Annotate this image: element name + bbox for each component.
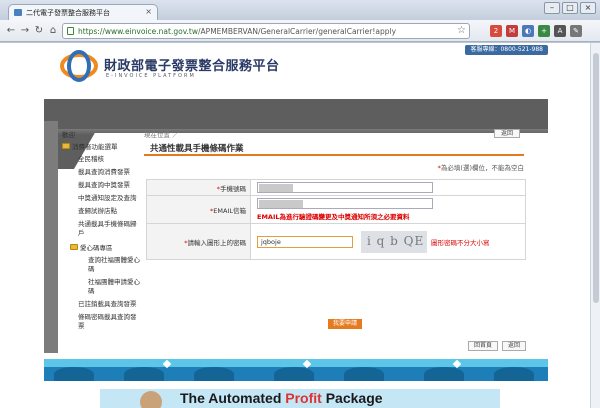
sidebar-item-apply-charity[interactable]: 社福團體申請愛心碼 [62,278,142,296]
sidebar-item-pilot-stores[interactable]: 查歸試辦店點 [62,207,142,216]
email-field[interactable] [257,198,433,209]
reload-icon[interactable]: ↻ [32,24,46,38]
sidebar-section-consumer[interactable]: 消費者功能選單 [62,141,142,151]
captcha-label: *請輸入圖形上的密碼 [146,223,251,260]
site-subtitle: E-INVOICE PLATFORM [106,73,196,79]
site-title: 財政部電子發票整合服務平台 [104,59,280,74]
main-content: 現在位置 ／ 返回 共通性載具手機條碼作業 *為必填(選)欄位，不能為空白 *手… [144,129,548,351]
hotline-badge: 客服專線：0800-521-988 [465,45,548,55]
site-header: 財政部電子發票整合服務平台 E-INVOICE PLATFORM 客服專線：08… [44,43,548,99]
extension-badge-icon[interactable]: 2 [490,25,502,37]
page-title: 共通性載具手機條碼作業 [144,142,524,156]
sidebar-home-link[interactable]: 歡迎 [62,129,142,139]
bookmark-star-icon[interactable]: ☆ [457,25,466,36]
gmail-icon[interactable]: M [506,25,518,37]
web-page: 財政部電子發票整合服務平台 E-INVOICE PLATFORM 客服專線：08… [0,43,600,408]
back-arrow-icon[interactable]: ← [4,24,18,38]
sidebar-item-win-notice[interactable]: 中獎通知設定及查詢 [62,194,142,203]
lock-icon [67,27,74,35]
content-area: 歡迎 消費者功能選單 全民稽核 載具查詢消費發票 載具查詢中獎發票 中獎通知設定… [44,121,548,361]
favicon-icon [14,9,22,16]
phone-label: *手機號碼 [146,179,251,196]
email-warning: EMAIL為進行驗證碼變更及中獎通知所須之必要資料 [257,213,410,221]
extension-icon[interactable]: ◐ [522,25,534,37]
forward-arrow-icon[interactable]: → [18,24,32,38]
ad-banner[interactable]: The Automated Profit Package [100,389,500,408]
apply-button[interactable]: 我要申請 [328,319,362,329]
browser-tab[interactable]: 二代電子發票整合服務平台 × [8,4,158,20]
einvoice-logo-icon [60,50,98,82]
ad-avatar [140,391,162,408]
breadcrumb: 現在位置 ／ [144,131,179,139]
browser-titlebar: 二代電子發票整合服務平台 × – □ × [0,0,600,20]
sidebar: 歡迎 消費者功能選單 全民稽核 載具查詢消費發票 載具查詢中獎發票 中獎通知設定… [62,129,142,335]
captcha-input[interactable]: jqboje [257,235,353,248]
sidebar-item-carrier-invoices[interactable]: 載具查詢消費發票 [62,168,142,177]
sidebar-item-audit[interactable]: 全民稽核 [62,155,142,164]
folder-icon [70,244,78,250]
sidebar-item-barcode-password[interactable]: 條碼密碼載具查詢發票 [62,313,142,331]
browser-toolbar: ← → ↻ ⌂ https://www.einvoice.nat.gov.tw/… [0,20,600,42]
sidebar-item-query-charity[interactable]: 查詢社福團體愛心碼 [62,256,142,274]
left-decor-bar [44,121,58,353]
required-note: *為必填(選)欄位，不能為空白 [437,164,524,172]
sidebar-item-mobile-barcode[interactable]: 共通載具手機條碼歸戶 [62,220,142,238]
apply-form: *手機號碼 *EMAIL信箱 EMAIL為進行驗證碼變更及中獎通知所須之必要資料… [146,179,526,260]
folder-icon [62,143,70,149]
address-bar[interactable]: https://www.einvoice.nat.gov.tw/APMEMBER… [62,23,470,39]
tab-close-icon[interactable]: × [145,7,152,16]
scrollbar-thumb[interactable] [593,53,599,303]
maximize-button[interactable]: □ [562,2,578,14]
url-text: https://www.einvoice.nat.gov.tw/APMEMBER… [78,27,397,36]
page-scrollbar[interactable] [590,43,600,408]
minimize-button[interactable]: – [544,2,560,14]
captcha-tip: 圖形密碼不分大小寫 [431,238,490,247]
home-button[interactable]: 回首頁 [467,341,498,351]
font-size-icon[interactable]: A [554,25,566,37]
tab-title: 二代電子發票整合服務平台 [26,9,110,17]
captcha-image: i q b QE [361,230,427,253]
wrench-icon[interactable]: ✎ [570,25,582,37]
bottom-buttons: 回首頁 返回 [467,341,526,351]
phone-field[interactable] [257,182,433,193]
sidebar-item-winning-invoices[interactable]: 載具查詢中獎發票 [62,181,142,190]
window-controls: – □ × [544,2,596,14]
footer-decoration [44,359,548,381]
return-button-top[interactable]: 返回 [493,129,520,138]
return-button[interactable]: 返回 [501,341,526,351]
home-icon[interactable]: ⌂ [46,24,60,38]
close-window-button[interactable]: × [580,2,596,14]
email-label: *EMAIL信箱 [146,195,251,224]
sidebar-section-donation[interactable]: 愛心碼專區 [62,242,142,252]
add-extension-icon[interactable]: + [538,25,550,37]
sidebar-item-cancelled-carrier[interactable]: 已註銷載具查詢發票 [62,300,142,309]
ad-text: The Automated Profit Package [180,390,383,406]
